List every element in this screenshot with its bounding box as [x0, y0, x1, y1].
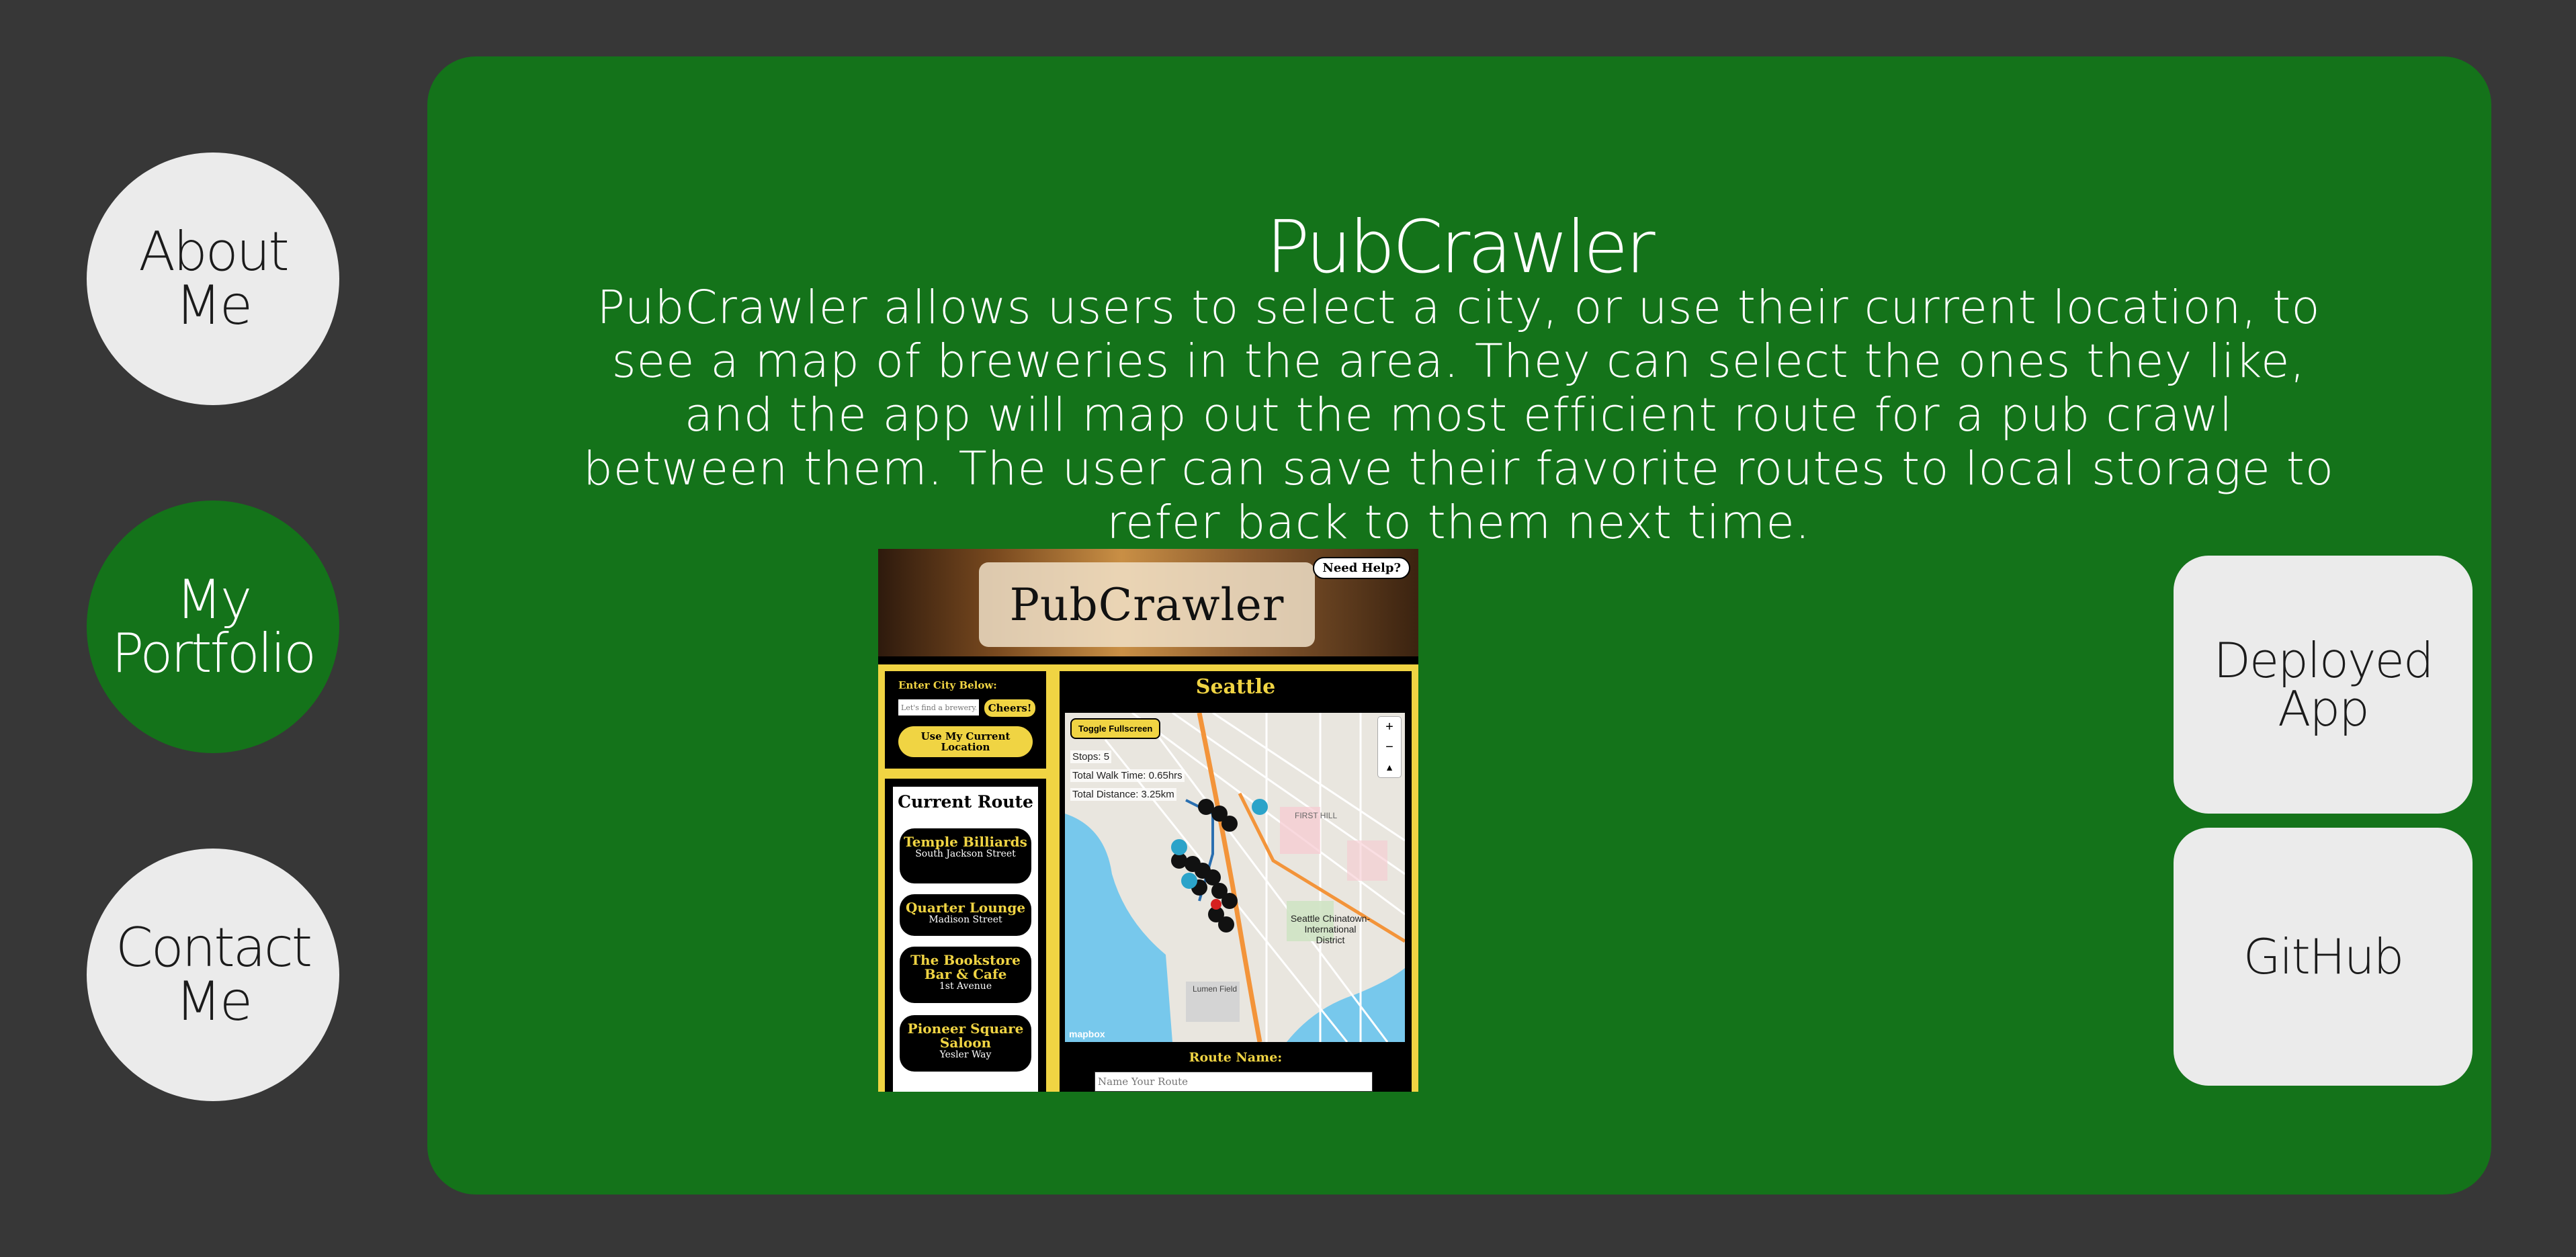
compass-icon: ▲	[1385, 762, 1394, 773]
project-title: PubCrawler	[1266, 206, 1655, 290]
map-zoom-control: + − ▲	[1378, 717, 1401, 777]
zoom-in-icon: +	[1385, 720, 1393, 734]
map-city-title: Seattle	[1195, 675, 1276, 699]
nav-my-portfolio-label: My Portfolio	[111, 568, 316, 685]
current-route-title: Current Route	[898, 792, 1033, 812]
github-label: GitHub	[2243, 928, 2405, 985]
distance-stat: Total Distance: 3.25km	[1070, 788, 1176, 801]
stop-name: Temple Billiards	[904, 834, 1027, 850]
map-label-lumen-field: Lumen Field	[1193, 984, 1238, 994]
nav-contact-me[interactable]: Contact Me	[87, 849, 339, 1101]
stop-name: The Bookstore Bar & Cafe	[910, 952, 1021, 982]
stop-street: Madison Street	[929, 914, 1002, 925]
route-stop: Quarter Lounge Madison Street	[900, 894, 1031, 936]
cheers-button: Cheers!	[984, 699, 1035, 717]
nav-about-me[interactable]: About Me	[87, 153, 339, 405]
map-panel: Seattle Toggle Fullscreen Stops: 5 Total…	[1060, 671, 1412, 1092]
route-stop: Pioneer Square Saloon Yesler Way	[900, 1015, 1031, 1072]
screenshot-logo: PubCrawler	[979, 562, 1315, 647]
nav-my-portfolio[interactable]: My Portfolio	[87, 501, 339, 753]
stop-name: Pioneer Square Saloon	[907, 1021, 1024, 1051]
stop-street: Yesler Way	[939, 1049, 992, 1060]
deployed-app-button[interactable]: Deployed App	[2174, 556, 2473, 814]
project-screenshot: PubCrawler Need Help? Enter City Below: …	[878, 549, 1418, 1092]
route-name-label: Route Name:	[1189, 1050, 1283, 1065]
stop-name: Quarter Lounge	[905, 900, 1026, 916]
stops-stat: Stops: 5	[1070, 750, 1112, 763]
walk-time-stat: Total Walk Time: 0.65hrs	[1070, 769, 1185, 782]
project-description: PubCrawler allows users to select a city…	[583, 281, 2334, 550]
need-help-button: Need Help?	[1313, 557, 1410, 579]
route-stop: The Bookstore Bar & Cafe 1st Avenue	[900, 947, 1031, 1003]
mapbox-attribution: mapbox	[1069, 1029, 1105, 1039]
nav-contact-me-label: Contact Me	[115, 916, 312, 1033]
current-location-button: Use My Current Location	[898, 726, 1033, 757]
stop-street: 1st Avenue	[939, 981, 992, 992]
project-panel: PubCrawler PubCrawler allows users to se…	[427, 56, 2491, 1195]
nav-about-me-label: About Me	[138, 220, 290, 337]
toggle-fullscreen-button: Toggle Fullscreen	[1070, 718, 1161, 739]
current-route-box: Current Route Temple Billiards South Jac…	[893, 787, 1038, 1092]
stop-street: South Jackson Street	[915, 849, 1016, 859]
screenshot-body: Enter City Below: Cheers! Use My Current…	[878, 664, 1418, 1092]
github-button[interactable]: GitHub	[2174, 828, 2473, 1086]
route-map: Toggle Fullscreen Stops: 5 Total Walk Ti…	[1065, 713, 1405, 1042]
city-search-box: Enter City Below: Cheers! Use My Current…	[885, 671, 1046, 769]
map-label-chinatown: Seattle Chinatown-International District	[1290, 913, 1371, 945]
route-stop: Temple Billiards South Jackson Street	[900, 828, 1031, 883]
route-panel: Current Route Temple Billiards South Jac…	[885, 779, 1046, 1092]
enter-city-label: Enter City Below:	[898, 679, 997, 691]
map-label-first-hill: FIRST HILL	[1295, 811, 1338, 820]
route-name-input	[1094, 1072, 1373, 1092]
screenshot-header: PubCrawler Need Help?	[878, 549, 1418, 656]
zoom-out-icon: −	[1385, 740, 1393, 754]
deployed-app-label: Deployed App	[2213, 632, 2434, 737]
city-input	[898, 699, 979, 716]
